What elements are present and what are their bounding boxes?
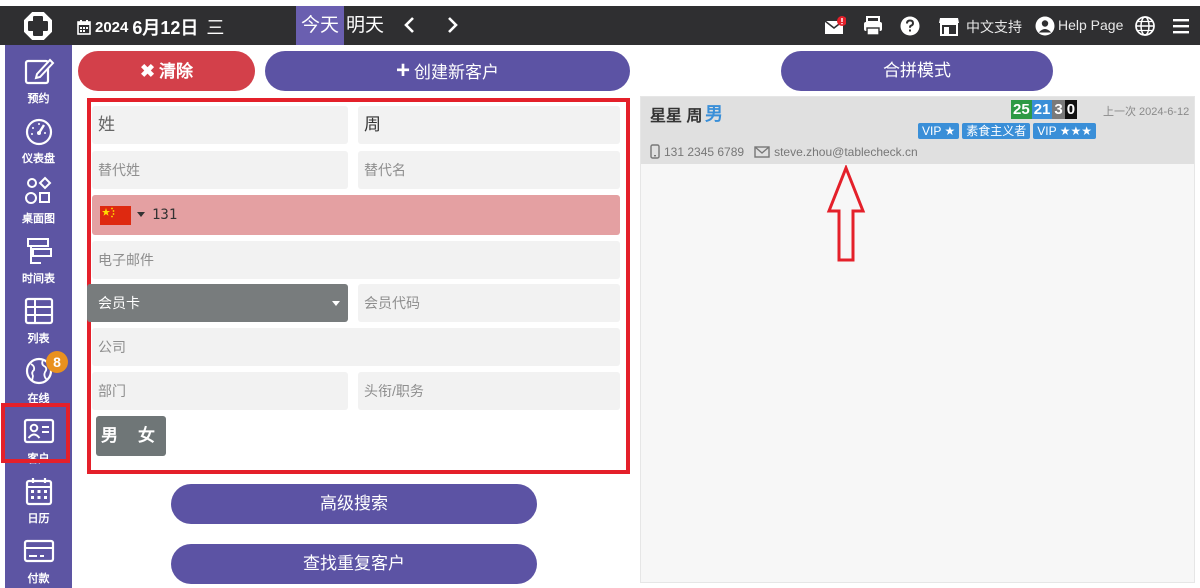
help-page-link[interactable]: Help Page [1058, 17, 1123, 33]
gauge-icon [25, 118, 53, 146]
member-card-label: 会员卡 [98, 295, 140, 311]
sidebar-item-label: 付款 [27, 573, 50, 585]
customer-result-card[interactable]: 星星 周 男 25 21 3 0 上一次 2024-6-12 VIP ★ 素食主… [641, 97, 1194, 164]
edit-icon [24, 58, 55, 85]
alt-last-name-field[interactable]: 替代姓 [92, 151, 348, 189]
sidebar: 预约 仪表盘 桌面图 时间表 列表 8 在线 客户 日历 付款 [5, 45, 72, 588]
sidebar-item-floor-plan[interactable]: 桌面图 [5, 170, 72, 228]
first-name-field[interactable]: 周 [358, 106, 620, 144]
caret-down-icon [137, 212, 145, 217]
mail-icon[interactable] [824, 15, 846, 37]
menu-icon[interactable] [1170, 15, 1192, 37]
create-label: 创建新客户 [414, 63, 499, 82]
customer-contact: 131 2345 6789 steve.zhou@tablecheck.cn [650, 144, 918, 159]
sidebar-item-online[interactable]: 8 在线 [5, 350, 72, 408]
phone-value: 131 [152, 207, 178, 223]
user-circle-icon[interactable] [1034, 15, 1056, 37]
tomorrow-button[interactable]: 明天 [341, 6, 389, 45]
find-duplicates-button[interactable]: 查找重复客户 [171, 544, 537, 584]
calendar-icon [25, 478, 53, 506]
sidebar-item-label: 桌面图 [22, 213, 55, 225]
globe-icon[interactable] [1134, 15, 1156, 37]
date-display[interactable]: 2024 6月12日 三 [77, 14, 224, 40]
company-field[interactable]: 公司 [92, 328, 620, 366]
sidebar-item-timeline[interactable]: 时间表 [5, 230, 72, 288]
top-bar: 2024 6月12日 三 今天 明天 中文支持 Help Page [0, 6, 1200, 45]
close-icon: ✖ [139, 61, 156, 81]
table-icon [24, 297, 54, 325]
sidebar-item-label: 时间表 [22, 273, 55, 285]
advanced-search-button[interactable]: 高级搜索 [171, 484, 537, 524]
sidebar-item-reservations[interactable]: 预约 [5, 50, 72, 108]
phone-field[interactable]: 131 [92, 195, 620, 235]
customer-search-form: 姓 周 替代姓 替代名 131 电子邮件 会员卡 会员代码 公司 部门 头衔/职… [87, 98, 630, 474]
last-name-field[interactable]: 姓 [92, 106, 348, 144]
search-results-panel: 星星 周 男 25 21 3 0 上一次 2024-6-12 VIP ★ 素食主… [640, 96, 1195, 583]
sidebar-item-label: 列表 [27, 333, 50, 345]
today-button[interactable]: 今天 [296, 6, 345, 45]
clear-button[interactable]: ✖ 清除 [78, 51, 255, 91]
member-code-field[interactable]: 会员代码 [358, 284, 620, 322]
job-title-field[interactable]: 头衔/职务 [358, 372, 620, 410]
app-window: 2024 6月12日 三 今天 明天 中文支持 Help Page 预约 仪表盘… [0, 0, 1200, 588]
female-option[interactable]: 女 [138, 416, 155, 456]
shapes-icon [25, 176, 52, 204]
next-day-button[interactable] [440, 6, 466, 45]
chevron-right-icon [448, 17, 458, 33]
date-year: 2024 [95, 18, 129, 36]
gender-toggle: 男 女 [96, 416, 166, 456]
sidebar-item-label: 仪表盘 [22, 153, 55, 165]
tag: 素食主义者 [962, 123, 1031, 139]
help-icon[interactable] [899, 15, 921, 37]
timeline-icon [27, 238, 52, 264]
envelope-icon [754, 145, 770, 158]
customer-email: steve.zhou@tablecheck.cn [774, 144, 918, 159]
notification-badge: 8 [46, 351, 68, 373]
logo-icon[interactable] [24, 12, 52, 40]
sidebar-item-list[interactable]: 列表 [5, 290, 72, 348]
customer-sex: 男 [705, 104, 723, 124]
plus-icon: + [395, 57, 410, 84]
chevron-left-icon [404, 17, 414, 33]
customer-name: 星星 周 [650, 108, 703, 125]
tag: VIP ★ [918, 123, 960, 139]
up-arrow-annotation-icon [826, 165, 866, 262]
customer-tags: VIP ★ 素食主义者 VIP ★★★ [918, 123, 1096, 139]
printer-icon[interactable] [862, 15, 884, 37]
credit-card-icon [23, 539, 55, 563]
merge-mode-button[interactable]: 合拼模式 [781, 51, 1053, 91]
previous-day-button[interactable] [396, 6, 422, 45]
count-badge: 0 [1064, 100, 1078, 119]
calendar-icon [77, 20, 91, 35]
clear-label: 清除 [159, 62, 194, 81]
sidebar-item-payments[interactable]: 付款 [5, 530, 72, 588]
email-field[interactable]: 电子邮件 [92, 241, 620, 279]
sidebar-item-label: 日历 [27, 513, 50, 525]
last-visit: 上一次 2024-6-12 [1103, 106, 1190, 118]
create-customer-button[interactable]: + 创建新客户 [265, 51, 630, 91]
store-icon[interactable] [938, 15, 960, 37]
member-card-select[interactable]: 会员卡 [87, 284, 348, 322]
count-badge: 21 [1031, 100, 1053, 119]
sidebar-item-calendar[interactable]: 日历 [5, 470, 72, 528]
caret-down-icon [332, 301, 340, 306]
china-flag-icon[interactable] [100, 206, 131, 225]
date-weekday: 三 [206, 18, 225, 38]
language-support-link[interactable]: 中文支持 [966, 17, 1022, 37]
department-field[interactable]: 部门 [92, 372, 348, 410]
customer-phone: 131 2345 6789 [664, 144, 745, 159]
phone-icon [650, 144, 660, 159]
count-badge: 3 [1052, 100, 1065, 119]
alt-first-name-field[interactable]: 替代名 [358, 151, 620, 189]
count-badge: 25 [1011, 100, 1032, 119]
sidebar-item-label: 预约 [27, 93, 50, 105]
sidebar-item-dashboard[interactable]: 仪表盘 [5, 110, 72, 168]
selected-item-highlight [1, 403, 70, 463]
male-option[interactable]: 男 [101, 416, 118, 456]
tag: VIP ★★★ [1033, 123, 1096, 139]
date-month-day: 6月12日 [132, 18, 199, 38]
visit-counts: 25 21 3 0 [1011, 100, 1078, 119]
